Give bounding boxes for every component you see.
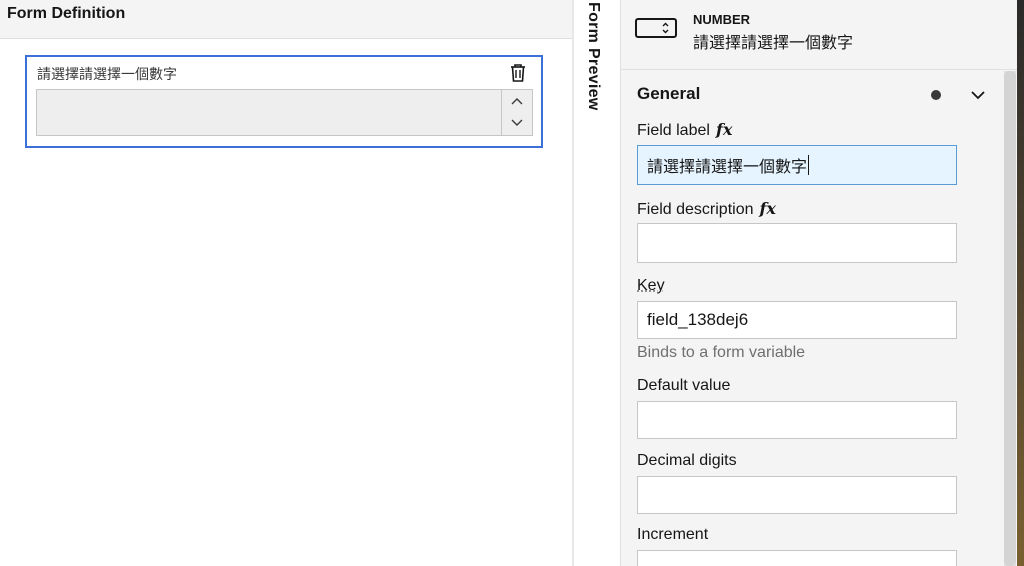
key-helper-text: Binds to a form variable	[637, 344, 806, 361]
field-description-input[interactable]	[637, 223, 957, 263]
key-input[interactable]: field_138dej6	[637, 301, 957, 339]
field-name: 請選擇請選擇一個數字	[693, 33, 854, 52]
properties-panel: NUMBER 請選擇請選擇一個數字 General Field label fx …	[620, 0, 1024, 566]
selected-number-field[interactable]: 請選擇請選擇一個數字	[25, 55, 543, 148]
key-label-text[interactable]: Key	[637, 277, 665, 294]
increment-label: Increment	[637, 526, 709, 543]
general-group-header[interactable]: General	[637, 83, 993, 107]
default-value-input[interactable]	[637, 401, 957, 439]
fx-icon[interactable]: fx	[760, 199, 776, 218]
field-description-label: Field description fx	[637, 199, 776, 219]
collapse-chevron-icon[interactable]	[970, 87, 986, 103]
field-label-text: Field label	[637, 122, 710, 139]
increment-input[interactable]	[637, 550, 957, 566]
key-label: Key	[637, 277, 665, 295]
number-field-label: 請選擇請選擇一個數字	[37, 67, 177, 83]
properties-body: General Field label fx 請選擇請選擇一個數字 Field d…	[621, 71, 1001, 566]
chevron-down-icon[interactable]	[502, 112, 532, 134]
trash-icon[interactable]	[509, 63, 527, 83]
form-definition-panel: Form Definition 請選擇請選擇一個數字	[0, 0, 572, 566]
fx-icon[interactable]: fx	[716, 120, 732, 139]
number-stepper	[501, 90, 532, 135]
properties-scrollbar[interactable]	[1004, 71, 1016, 566]
field-label-value: 請選擇請選擇一個數字	[647, 157, 808, 176]
window-edge	[1017, 0, 1024, 566]
number-input-preview[interactable]	[36, 89, 533, 136]
chevron-up-icon[interactable]	[502, 90, 532, 112]
general-group-title: General	[637, 84, 701, 103]
scrollbar-thumb[interactable]	[1004, 71, 1016, 566]
decimal-digits-input[interactable]	[637, 476, 957, 514]
field-label-input[interactable]: 請選擇請選擇一個數字	[637, 145, 957, 185]
number-field-icon	[635, 18, 677, 38]
field-type: NUMBER	[693, 12, 751, 27]
default-value-label: Default value	[637, 377, 731, 394]
field-label-label: Field label fx	[637, 120, 732, 140]
properties-header: NUMBER 請選擇請選擇一個數字	[621, 0, 1024, 70]
text-caret	[808, 155, 810, 175]
field-description-text: Field description	[637, 201, 754, 218]
form-definition-header: Form Definition	[0, 0, 572, 39]
dot-indicator-icon	[931, 90, 941, 100]
decimal-digits-label: Decimal digits	[637, 452, 737, 469]
key-value: field_138dej6	[647, 310, 749, 329]
form-preview-label: Form Preview	[585, 2, 602, 111]
form-definition-title: Form Definition	[7, 5, 126, 22]
form-preview-tab[interactable]: Form Preview	[574, 0, 620, 566]
